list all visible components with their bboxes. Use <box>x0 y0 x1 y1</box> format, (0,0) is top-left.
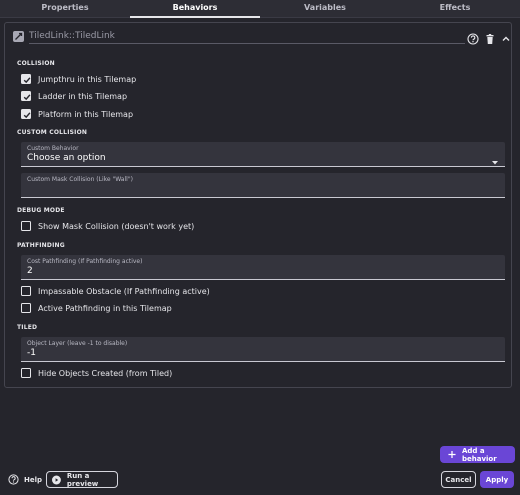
jumpthru-checkbox[interactable] <box>21 74 31 84</box>
object-layer-input[interactable]: Object Layer (leave -1 to disable) -1 <box>21 337 505 362</box>
show-mask-checkbox[interactable] <box>21 221 31 231</box>
apply-button[interactable]: Apply <box>480 471 514 488</box>
section-debug-mode: DEBUG MODE <box>17 207 65 214</box>
help-icon <box>8 474 19 485</box>
cost-pathfinding-input[interactable]: Cost Pathfinding (If Pathfinding active)… <box>21 255 505 280</box>
ladder-row[interactable]: Ladder in this Tilemap <box>21 90 127 102</box>
tab-bar: Properties Behaviors Variables Effects <box>0 0 520 18</box>
section-tiled: TILED <box>17 324 38 331</box>
active-pathfinding-label: Active Pathfinding in this Tilemap <box>38 303 172 313</box>
ladder-label: Ladder in this Tilemap <box>38 91 128 101</box>
show-mask-label: Show Mask Collision (doesn't work yet) <box>38 221 195 231</box>
tab-effects[interactable]: Effects <box>390 0 520 17</box>
impassable-label: Impassable Obstacle (If Pathfinding acti… <box>38 286 210 296</box>
cost-pathfinding-label: Cost Pathfinding (If Pathfinding active) <box>27 258 143 265</box>
ladder-checkbox[interactable] <box>21 91 31 101</box>
add-behavior-label: Add a behavior <box>461 446 497 463</box>
section-custom-collision: CUSTOM COLLISION <box>17 129 88 136</box>
platform-row[interactable]: Platform in this Tilemap <box>21 108 133 120</box>
object-layer-value: -1 <box>27 348 36 358</box>
behavior-panel: TiledLink::TiledLink COLLISION Jumpthru … <box>4 22 512 388</box>
hide-objects-checkbox[interactable] <box>21 368 31 378</box>
play-icon <box>52 475 61 484</box>
object-layer-label: Object Layer (leave -1 to disable) <box>27 340 128 347</box>
jumpthru-row[interactable]: Jumpthru in this Tilemap <box>21 73 136 85</box>
cancel-button[interactable]: Cancel <box>441 471 476 488</box>
cost-pathfinding-value: 2 <box>27 266 33 276</box>
custom-behavior-label: Custom Behavior <box>27 145 79 152</box>
help-button[interactable]: Help <box>8 474 42 485</box>
add-behavior-button[interactable]: Add a behavior <box>440 446 515 463</box>
platform-label: Platform in this Tilemap <box>38 109 134 119</box>
hide-objects-label: Hide Objects Created (from Tiled) <box>38 368 173 378</box>
section-pathfinding: PATHFINDING <box>17 242 65 249</box>
help-circle-icon[interactable] <box>467 30 479 45</box>
behavior-icon <box>13 31 24 42</box>
run-preview-button[interactable]: Run a preview <box>46 471 118 488</box>
behavior-name-field[interactable]: TiledLink::TiledLink <box>29 30 465 44</box>
impassable-checkbox[interactable] <box>21 286 31 296</box>
impassable-row[interactable]: Impassable Obstacle (If Pathfinding acti… <box>21 285 210 297</box>
trash-icon[interactable] <box>484 30 496 44</box>
active-pathfinding-checkbox[interactable] <box>21 303 31 313</box>
custom-mask-input[interactable]: Custom Mask Collision (Like "Wall") <box>21 173 505 198</box>
dropdown-arrow-icon <box>491 151 499 165</box>
apply-label: Apply <box>485 475 509 484</box>
tab-properties[interactable]: Properties <box>0 0 130 17</box>
plus-icon <box>448 450 456 459</box>
help-label: Help <box>24 475 43 484</box>
cancel-label: Cancel <box>445 475 472 484</box>
custom-mask-label: Custom Mask Collision (Like "Wall") <box>27 176 133 183</box>
custom-behavior-select[interactable]: Custom Behavior Choose an option <box>21 142 505 167</box>
chevron-up-icon[interactable] <box>500 30 512 42</box>
active-pathfinding-row[interactable]: Active Pathfinding in this Tilemap <box>21 302 172 314</box>
jumpthru-label: Jumpthru in this Tilemap <box>38 74 137 84</box>
tab-variables[interactable]: Variables <box>260 0 390 17</box>
platform-checkbox[interactable] <box>21 109 31 119</box>
tab-behaviors[interactable]: Behaviors <box>130 0 260 18</box>
run-preview-label: Run a preview <box>66 471 99 488</box>
section-collision: COLLISION <box>17 60 55 67</box>
custom-behavior-value: Choose an option <box>27 153 106 163</box>
behavior-header: TiledLink::TiledLink <box>11 27 510 47</box>
hide-objects-row[interactable]: Hide Objects Created (from Tiled) <box>21 367 172 379</box>
show-mask-row[interactable]: Show Mask Collision (doesn't work yet) <box>21 220 194 232</box>
